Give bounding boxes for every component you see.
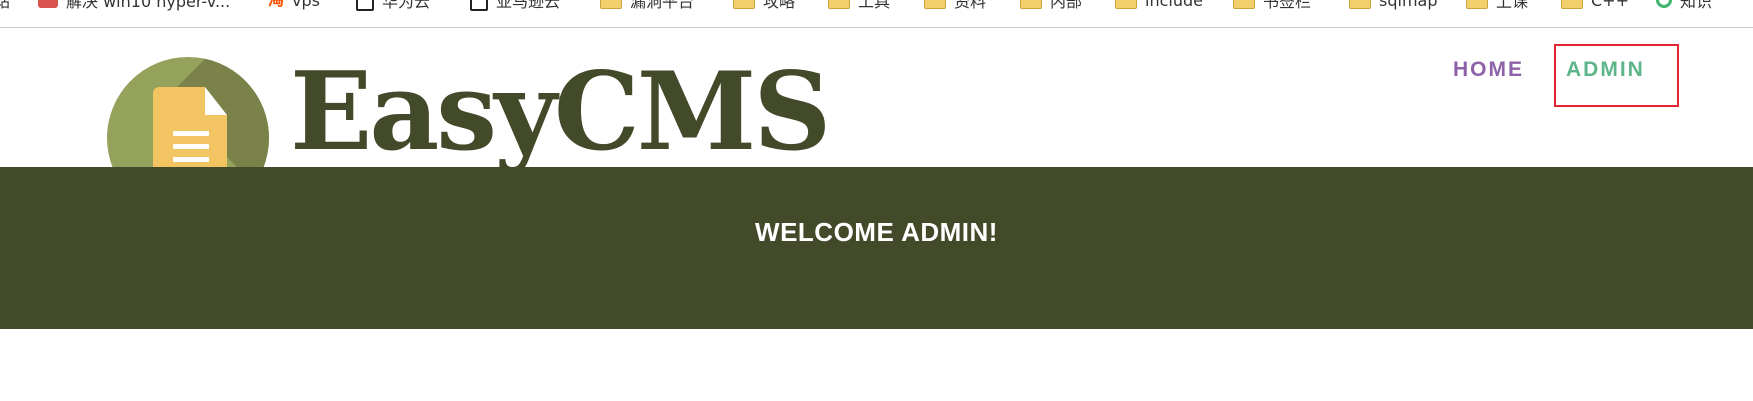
folder-icon [1561,0,1583,9]
bookmark-label: 书签栏 [1263,0,1312,11]
document-line [173,131,209,136]
bookmark-label: 内部 [1050,0,1083,11]
bookmark-label: 知识 [1680,0,1713,11]
bookmark-label: 工具 [858,0,891,11]
folder-icon [733,0,755,9]
bookmark-label: sqlmap [1379,0,1438,10]
bookmark-label: 攻略 [763,0,796,11]
folder-icon [1466,0,1488,9]
folder-icon [1020,0,1042,9]
bookmark-label: vps [292,0,320,10]
welcome-banner [0,167,1753,329]
bookmark-item[interactable]: 工具 [828,0,890,11]
bookmark-label: 亚马逊云 [496,0,561,11]
document-line [173,157,209,162]
bookmark-label: 上课 [1496,0,1529,11]
folder-icon [1349,0,1371,9]
bookmark-red-icon [38,0,58,8]
bookmark-item[interactable]: 知识 [1656,0,1712,11]
bookmark-label: C++ [1591,0,1629,10]
bookmark-item[interactable]: 亚马逊云 [470,0,560,11]
document-line [173,144,209,149]
bookmark-label: 华为云 [382,0,431,11]
folder-icon [1115,0,1137,9]
bookmark-label: include [1145,0,1203,10]
folder-icon [828,0,850,9]
brand-name[interactable]: EasyCMS [290,58,831,166]
bookmark-item[interactable]: 内部 [1020,0,1082,11]
admin-highlight-box [1554,44,1679,107]
bookmark-item[interactable]: 淘 vps [268,0,320,11]
bookmark-item[interactable]: sqlmap [1349,0,1437,11]
bookmarks-bar: 站 解决 win10 hyper-v... 淘 vps 华为云 亚马逊云 漏洞平… [0,0,1753,28]
bookmark-label: 资料 [954,0,987,11]
page-icon [356,0,374,11]
folder-icon [600,0,622,9]
page-icon [470,0,488,11]
bookmark-item[interactable]: 解决 win10 hyper-v... [38,0,230,11]
folder-icon [924,0,946,9]
bookmark-item[interactable]: include [1115,0,1203,11]
bookmark-item[interactable]: 漏洞平台 [600,0,694,11]
taobao-icon: 淘 [268,0,284,8]
bookmark-item[interactable]: 书签栏 [1233,0,1311,11]
welcome-heading: WELCOME ADMIN! [755,217,998,247]
bookmark-fragment[interactable]: 站 [0,0,10,11]
nav-home-link[interactable]: HOME [1453,58,1524,82]
bookmark-label: 解决 win10 hyper-v... [66,0,231,11]
folder-icon [1233,0,1255,9]
bookmark-item[interactable]: C++ [1561,0,1629,11]
bookmark-item[interactable]: 攻略 [733,0,795,11]
ring-icon [1656,0,1672,8]
bookmark-label: 漏洞平台 [630,0,695,11]
bookmark-item[interactable]: 资料 [924,0,986,11]
bookmark-item[interactable]: 上课 [1466,0,1528,11]
bookmark-item[interactable]: 华为云 [356,0,430,11]
